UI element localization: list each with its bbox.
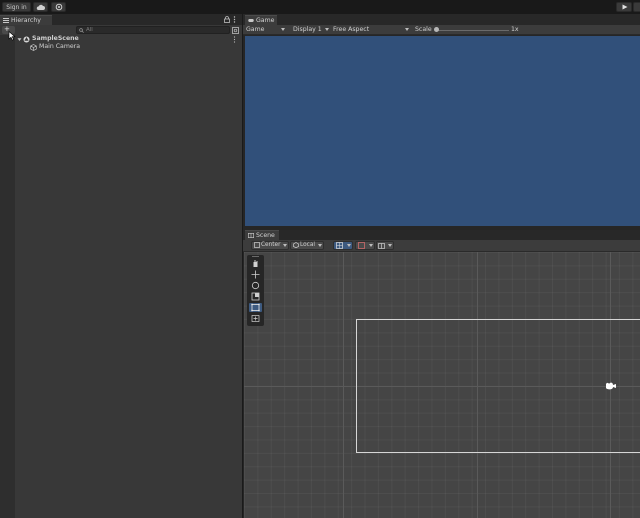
cloud-button[interactable] [33,2,48,12]
space-label: Local [300,242,316,248]
hierarchy-gutter [0,35,15,518]
scene-panel: Scene Center Local [242,230,640,518]
hierarchy-search-input[interactable]: All [76,26,230,34]
chevron-down-icon [388,244,392,247]
pivot-label: Center [261,242,281,248]
transform-tool[interactable] [249,314,262,323]
camera-frame[interactable] [356,319,640,453]
scene-tab-bar: Scene [243,230,640,240]
scale-label: Scale [415,26,432,33]
game-panel: Game Game Display 1 Free Aspect Scale 1x [242,14,640,230]
grid-snap-icon [336,242,343,249]
rotate-icon [251,281,260,290]
scale-slider-thumb[interactable] [434,27,439,32]
tree-item-label: Main Camera [39,43,81,50]
scene-grid-axis [343,252,344,518]
game-mode-label: Game [246,26,265,33]
view-hand-tool[interactable] [249,259,262,268]
tree-item-main-camera[interactable]: Main Camera [15,43,242,51]
hand-icon [253,260,258,267]
snap-grid-dropdown[interactable] [333,241,353,250]
search-placeholder: All [86,27,93,33]
pivot-dropdown[interactable]: Center [251,241,289,250]
rotate-tool[interactable] [249,281,262,290]
aspect-dropdown[interactable]: Free Aspect [331,25,413,35]
gamepad-icon [248,19,254,22]
chevron-down-icon [283,244,287,247]
chevron-down-icon [405,28,409,31]
hierarchy-search-row: + All [0,25,242,35]
kebab-menu-icon[interactable] [233,16,236,23]
move-arrows-icon [251,270,260,279]
chevron-down-icon [281,28,285,31]
pause-button[interactable] [633,2,640,12]
chevron-down-icon[interactable] [17,37,22,42]
camera-gizmo-icon[interactable] [605,381,617,391]
kebab-menu-icon[interactable] [233,36,236,43]
increment-snap-icon [358,242,365,249]
unity-scene-icon [23,36,30,42]
tab-game[interactable]: Game [245,15,277,25]
scale-slider[interactable] [434,26,509,34]
local-space-icon [293,242,299,248]
scene-control-bar: Center Local [243,240,640,252]
increment-snap-dropdown[interactable] [355,241,375,250]
toggle-options-dropdown[interactable] [376,241,394,250]
cloud-icon [36,4,45,10]
play-button[interactable] [616,2,632,12]
sign-in-button[interactable]: Sign in [2,2,31,12]
cube-icon [30,43,37,51]
services-button[interactable] [51,2,66,12]
tab-scene[interactable]: Scene [245,230,279,240]
filter-search-icon[interactable] [232,27,239,34]
scale-value: 1x [511,26,519,33]
pivot-center-icon [254,242,260,248]
drag-handle[interactable] [252,256,259,257]
aspect-label: Free Aspect [333,26,370,33]
tab-game-label: Game [256,17,275,24]
scale-slider-track [435,30,509,31]
settings-circle-icon [55,3,63,11]
scale-tool[interactable] [249,292,262,301]
chevron-down-icon [347,244,351,247]
hierarchy-panel: Hierarchy + All SampleScene Main Camera [0,14,242,518]
toggle-icon [378,242,385,249]
play-icon [622,4,628,10]
list-icon [3,18,9,23]
space-dropdown[interactable]: Local [290,241,324,250]
tab-scene-label: Scene [256,232,275,239]
display-dropdown[interactable]: Display 1 [291,25,331,35]
tree-item-sample-scene[interactable]: SampleScene [15,35,242,43]
scale-icon [251,292,260,301]
game-mode-dropdown[interactable]: Game [243,25,289,35]
search-icon [79,28,84,33]
tab-hierarchy[interactable]: Hierarchy [0,15,52,25]
chevron-down-icon [318,244,322,247]
chevron-down-icon [325,28,329,31]
main-toolbar: Sign in [0,0,640,14]
scene-tools-overlay [247,255,264,326]
transform-icon [251,315,260,322]
scene-viewport[interactable] [244,252,640,518]
tree-item-label: SampleScene [32,35,79,42]
game-viewport[interactable] [245,36,640,226]
hierarchy-tab-bar: Hierarchy [0,14,242,25]
move-tool[interactable] [249,270,262,279]
game-tab-bar: Game [243,14,640,25]
rect-tool[interactable] [249,303,262,312]
chevron-down-icon [369,244,373,247]
rect-transform-icon [251,303,260,312]
lock-icon[interactable] [224,16,230,23]
tab-hierarchy-label: Hierarchy [11,17,41,24]
display-label: Display 1 [293,26,322,33]
grid-icon [248,233,254,238]
game-control-bar: Game Display 1 Free Aspect Scale 1x [243,25,640,35]
